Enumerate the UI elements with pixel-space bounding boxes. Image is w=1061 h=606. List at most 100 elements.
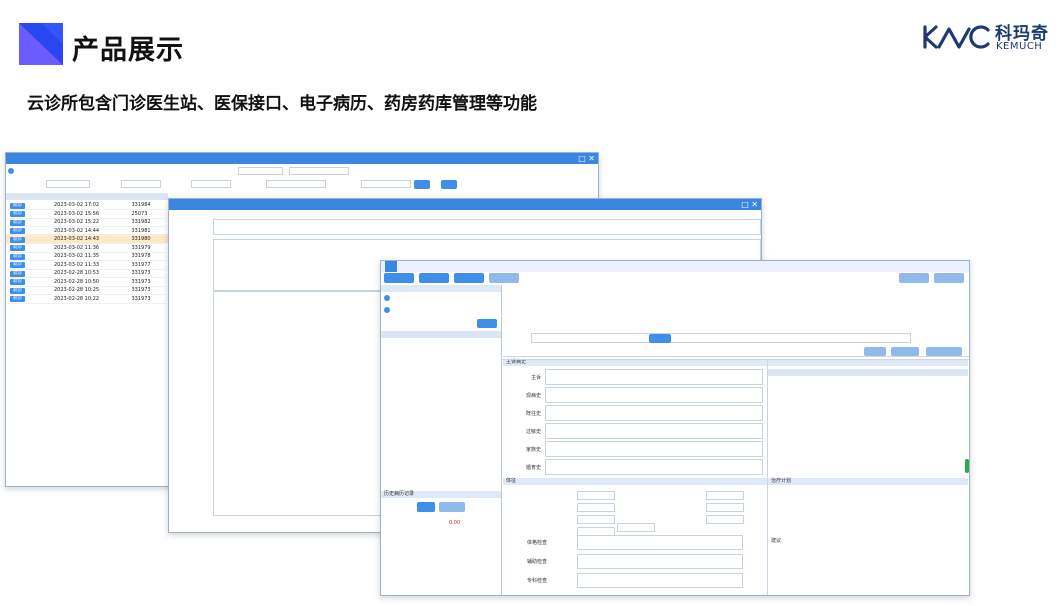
vitals-section-header: 体征	[503, 478, 767, 485]
visit-number: 25073	[129, 209, 166, 219]
visit-action-button[interactable]: 就诊	[10, 228, 25, 235]
history-label: 婚育史	[525, 465, 541, 471]
table-row[interactable]: 就诊 2023-03-02 17:02 331984	[8, 201, 166, 210]
visit-date: 2023-02-28 10:50	[52, 277, 130, 287]
visit-table: 就诊 2023-03-02 17:02 331984 就诊 2023-03-02 15:…	[8, 201, 166, 304]
date-from-field[interactable]	[238, 167, 283, 175]
outpatient-window: 历史病历记录 0.00 主诉病史 主诉 现病史 既往史 过敏史 家族史 婚育史 体征 治疗…	[380, 260, 970, 596]
history-label: 过敏史	[525, 429, 541, 435]
tab-outpatient[interactable]	[385, 261, 397, 272]
visit-number: 331980	[129, 235, 166, 244]
id-card-input[interactable]	[266, 180, 326, 188]
visit-number: 331973	[129, 294, 166, 304]
vital-input[interactable]	[706, 515, 744, 524]
diagnosis-field[interactable]	[213, 219, 761, 235]
table-row[interactable]: 就诊 2023-03-02 14:44 331981	[8, 226, 166, 236]
visit-number: 331973	[129, 277, 166, 287]
treatment-section-header: 治疗计划	[768, 478, 968, 485]
toolbar-button-3[interactable]	[454, 273, 484, 283]
visit-action-button[interactable]: 就诊	[10, 211, 25, 218]
visit-date: 2023-03-02 15:22	[52, 218, 130, 227]
table-row[interactable]: 就诊 2023-03-02 11:35 331978	[8, 252, 166, 261]
toolbar-button-right-1[interactable]	[899, 273, 929, 283]
phone-input[interactable]	[361, 180, 411, 188]
toolbar-button-2[interactable]	[419, 273, 449, 283]
doctor-select[interactable]	[46, 180, 90, 188]
table-row[interactable]: 就诊 2023-02-28 10:53 331973	[8, 269, 166, 278]
history-field[interactable]	[545, 423, 763, 439]
table-row[interactable]: 就诊 2023-02-28 10:25 331973	[8, 286, 166, 295]
radio-icon[interactable]	[384, 307, 390, 313]
clear-button[interactable]	[441, 180, 457, 189]
exam-label: 体格检查	[526, 540, 547, 546]
record-amount: 0.00	[449, 520, 461, 526]
suggest-label: 建议	[771, 538, 782, 544]
visit-action-button[interactable]: 就诊	[10, 296, 25, 303]
history-field[interactable]	[545, 387, 763, 403]
radio-icon[interactable]	[8, 168, 14, 174]
visit-action-button[interactable]: 就诊	[10, 270, 25, 277]
visit-action-button[interactable]: 就诊	[10, 279, 25, 286]
patient-search-button[interactable]	[477, 319, 497, 328]
title-mark-icon	[19, 23, 63, 65]
patient-filter-row	[384, 295, 390, 302]
table-row[interactable]: 就诊 2023-03-02 11:36 331979	[8, 243, 166, 253]
table-row[interactable]: 就诊 2023-03-02 14:43 331980	[8, 235, 166, 244]
radio-icon[interactable]	[384, 295, 390, 301]
window-controls[interactable]: □ ✕	[578, 153, 595, 164]
small-button-1[interactable]	[864, 347, 886, 356]
history-label: 现病史	[525, 393, 541, 399]
visit-action-button[interactable]: 就诊	[10, 236, 25, 243]
table-row[interactable]: 就诊 2023-02-28 10:22 331973	[8, 294, 166, 304]
toolbar-button-right-2[interactable]	[934, 273, 964, 283]
record-query-button[interactable]	[417, 502, 435, 512]
patient-filter-row-2	[384, 307, 390, 314]
diagnosis-section-header	[768, 359, 968, 366]
visit-action-button[interactable]: 就诊	[10, 245, 25, 252]
exam-field[interactable]	[577, 535, 743, 550]
search-button[interactable]	[414, 180, 430, 189]
vital-input[interactable]	[577, 515, 615, 524]
prescription-button[interactable]	[649, 334, 671, 343]
scroll-marker[interactable]	[965, 459, 969, 473]
table-row[interactable]: 就诊 2023-03-02 11:33 331977	[8, 260, 166, 270]
vital-input[interactable]	[577, 491, 615, 500]
page-title: 产品展示	[72, 35, 184, 66]
window-controls[interactable]: □ ✕	[741, 199, 758, 210]
vital-input[interactable]	[706, 503, 744, 512]
toolbar-button-4[interactable]	[489, 273, 519, 283]
bp-input[interactable]	[617, 523, 655, 532]
visit-action-button[interactable]: 就诊	[10, 287, 25, 294]
visit-no-input[interactable]	[121, 180, 161, 188]
table-row[interactable]: 就诊 2023-03-02 15:56 25073	[8, 209, 166, 219]
visit-date: 2023-03-02 14:44	[52, 226, 130, 236]
patient-table-header	[381, 331, 501, 338]
record-list-header: 历史病历记录	[381, 491, 501, 498]
vital-input[interactable]	[706, 491, 744, 500]
small-button-2[interactable]	[891, 347, 919, 356]
prescription-bar[interactable]	[531, 333, 911, 343]
history-label: 既往史	[525, 411, 541, 417]
visit-action-button[interactable]: 就诊	[10, 253, 25, 260]
table-row[interactable]: 就诊 2023-03-02 15:22 331982	[8, 218, 166, 227]
visit-action-button[interactable]: 就诊	[10, 219, 25, 226]
history-field[interactable]	[545, 405, 763, 421]
brand-logo-icon	[923, 25, 990, 49]
small-button-3[interactable]	[926, 347, 962, 356]
exam-field[interactable]	[577, 554, 743, 569]
visit-number: 331982	[129, 218, 166, 227]
patient-list-header	[381, 285, 501, 292]
record-print-button[interactable]	[439, 502, 465, 512]
name-input[interactable]	[191, 180, 231, 188]
history-field[interactable]	[545, 441, 763, 457]
table-row[interactable]: 就诊 2023-02-28 10:50 331973	[8, 277, 166, 287]
visit-action-button[interactable]: 就诊	[10, 262, 25, 269]
visit-number: 331977	[129, 260, 166, 270]
history-field[interactable]	[545, 369, 763, 385]
toolbar-button-1[interactable]	[384, 273, 414, 283]
date-to-field[interactable]	[289, 167, 349, 175]
visit-action-button[interactable]: 就诊	[10, 202, 25, 209]
exam-field[interactable]	[577, 573, 743, 588]
vital-input[interactable]	[577, 503, 615, 512]
history-field[interactable]	[545, 459, 763, 475]
